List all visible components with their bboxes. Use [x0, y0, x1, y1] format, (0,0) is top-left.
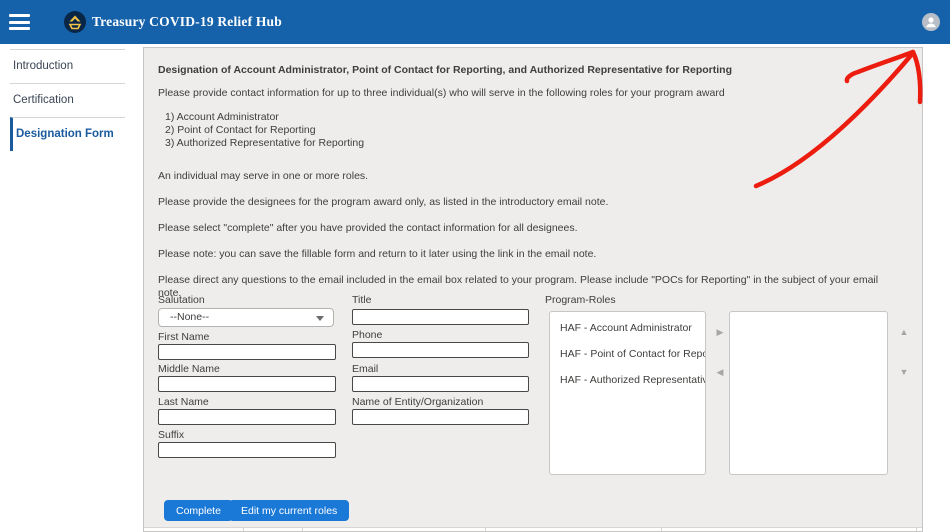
program-role-option[interactable]: HAF - Authorized Representative fo...	[550, 367, 705, 393]
roles-list-item: 2) Point of Contact for Reporting	[158, 124, 904, 137]
entity-name-label: Name of Entity/Organization	[352, 396, 483, 408]
first-name-label: First Name	[158, 331, 209, 343]
program-roles-selected-listbox[interactable]	[729, 311, 888, 475]
phone-field[interactable]	[352, 342, 529, 358]
last-name-label: Last Name	[158, 396, 209, 408]
designation-form-panel: Designation of Account Administrator, Po…	[143, 47, 923, 532]
move-down-icon[interactable]: ▼	[897, 365, 911, 379]
note-paragraph: Please note: you can save the fillable f…	[158, 248, 904, 261]
treasury-seal-icon	[64, 11, 86, 33]
salutation-selected-value: --None--	[170, 311, 209, 323]
phone-label: Phone	[352, 329, 382, 341]
suffix-label: Suffix	[158, 429, 184, 441]
roles-numbered-list: 1) Account Administrator 2) Point of Con…	[158, 111, 904, 150]
entity-name-field[interactable]	[352, 409, 529, 425]
edit-current-roles-button[interactable]: Edit my current roles	[229, 500, 349, 521]
records-table-sliver	[144, 527, 922, 532]
move-left-icon[interactable]: ◀	[713, 365, 727, 379]
last-name-field[interactable]	[158, 409, 336, 425]
email-label: Email	[352, 363, 378, 375]
note-paragraph: Please direct any questions to the email…	[158, 274, 904, 300]
email-field[interactable]	[352, 376, 529, 392]
note-paragraph: Please select "complete" after you have …	[158, 222, 904, 235]
page-title: Treasury COVID-19 Relief Hub	[92, 0, 282, 44]
intro-paragraph: Please provide contact information for u…	[158, 87, 904, 100]
sidebar-item-designation-form[interactable]: Designation Form	[10, 117, 125, 151]
form-heading: Designation of Account Administrator, Po…	[158, 64, 904, 77]
user-profile-icon[interactable]	[922, 13, 940, 31]
note-paragraph: Please provide the designees for the pro…	[158, 196, 904, 209]
sidebar-nav: Introduction Certification Designation F…	[10, 49, 125, 151]
program-roles-label: Program-Roles	[545, 294, 616, 306]
program-role-option[interactable]: HAF - Point of Contact for Reporting	[550, 341, 705, 367]
middle-name-label: Middle Name	[158, 363, 220, 375]
salutation-label: Salutation	[158, 294, 205, 306]
chevron-down-icon	[316, 316, 324, 321]
hamburger-menu-icon[interactable]	[9, 14, 30, 31]
complete-button[interactable]: Complete	[164, 500, 233, 521]
program-role-option[interactable]: HAF - Account Administrator	[550, 315, 705, 341]
move-up-icon[interactable]: ▲	[897, 325, 911, 339]
sidebar-item-introduction[interactable]: Introduction	[10, 49, 125, 83]
note-paragraph: An individual may serve in one or more r…	[158, 170, 904, 183]
program-roles-available-listbox[interactable]: HAF - Account Administrator HAF - Point …	[549, 311, 706, 475]
title-field[interactable]	[352, 309, 529, 325]
app-header: Treasury COVID-19 Relief Hub	[0, 0, 950, 44]
roles-list-item: 3) Authorized Representative for Reporti…	[158, 137, 904, 150]
suffix-field[interactable]	[158, 442, 336, 458]
first-name-field[interactable]	[158, 344, 336, 360]
roles-list-item: 1) Account Administrator	[158, 111, 904, 124]
salutation-select[interactable]: --None--	[158, 308, 334, 327]
sidebar-item-certification[interactable]: Certification	[10, 83, 125, 117]
title-label: Title	[352, 294, 371, 306]
move-right-icon[interactable]: ▶	[713, 325, 727, 339]
middle-name-field[interactable]	[158, 376, 336, 392]
